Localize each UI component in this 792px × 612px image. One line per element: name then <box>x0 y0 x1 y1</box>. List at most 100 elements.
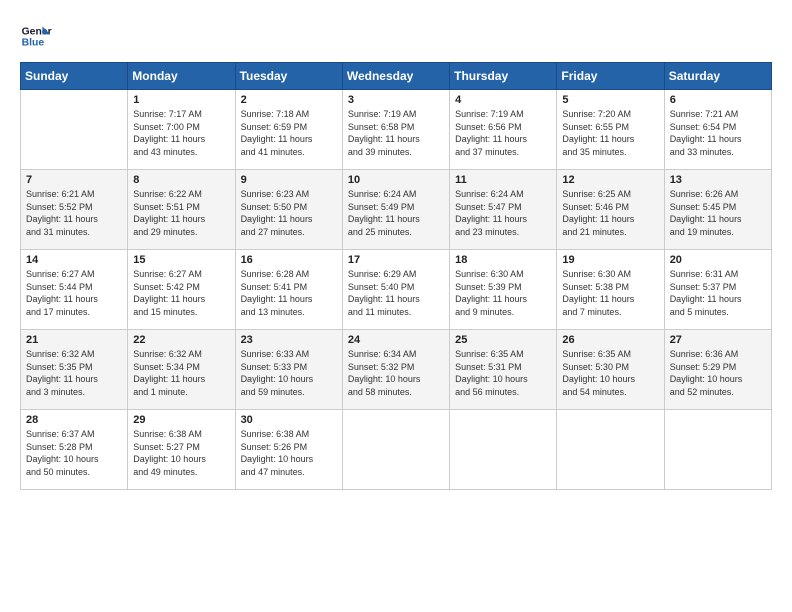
calendar-cell <box>21 90 128 170</box>
day-info: Sunrise: 6:24 AM Sunset: 5:49 PM Dayligh… <box>348 188 444 238</box>
day-info: Sunrise: 6:36 AM Sunset: 5:29 PM Dayligh… <box>670 348 766 398</box>
calendar-week-row: 1 Sunrise: 7:17 AM Sunset: 7:00 PM Daylig… <box>21 90 772 170</box>
day-info: Sunrise: 6:28 AM Sunset: 5:41 PM Dayligh… <box>241 268 337 318</box>
col-header-friday: Friday <box>557 63 664 90</box>
day-info: Sunrise: 6:35 AM Sunset: 5:31 PM Dayligh… <box>455 348 551 398</box>
calendar-cell: 27 Sunrise: 6:36 AM Sunset: 5:29 PM Dayli… <box>664 330 771 410</box>
day-number: 29 <box>133 414 229 426</box>
day-info: Sunrise: 6:37 AM Sunset: 5:28 PM Dayligh… <box>26 428 122 478</box>
calendar-cell <box>664 410 771 490</box>
day-info: Sunrise: 7:18 AM Sunset: 6:59 PM Dayligh… <box>241 108 337 158</box>
day-info: Sunrise: 7:20 AM Sunset: 6:55 PM Dayligh… <box>562 108 658 158</box>
calendar-week-row: 14 Sunrise: 6:27 AM Sunset: 5:44 PM Dayli… <box>21 250 772 330</box>
calendar-cell <box>450 410 557 490</box>
day-number: 10 <box>348 174 444 186</box>
day-number: 3 <box>348 94 444 106</box>
day-number: 23 <box>241 334 337 346</box>
svg-text:Blue: Blue <box>22 38 45 49</box>
day-info: Sunrise: 7:17 AM Sunset: 7:00 PM Dayligh… <box>133 108 229 158</box>
calendar-cell: 12Sunrise: 6:25 AM Sunset: 5:46 PM Dayli… <box>557 170 664 250</box>
day-info: Sunrise: 6:22 AM Sunset: 5:51 PM Dayligh… <box>133 188 229 238</box>
day-number: 9 <box>241 174 337 186</box>
day-info: Sunrise: 7:19 AM Sunset: 6:58 PM Dayligh… <box>348 108 444 158</box>
day-info: Sunrise: 6:38 AM Sunset: 5:26 PM Dayligh… <box>241 428 337 478</box>
day-number: 25 <box>455 334 551 346</box>
calendar-cell: 7 Sunrise: 6:21 AM Sunset: 5:52 PM Daylig… <box>21 170 128 250</box>
calendar-cell <box>557 410 664 490</box>
day-number: 30 <box>241 414 337 426</box>
day-info: Sunrise: 6:27 AM Sunset: 5:44 PM Dayligh… <box>26 268 122 318</box>
day-number: 12 <box>562 174 658 186</box>
day-info: Sunrise: 6:38 AM Sunset: 5:27 PM Dayligh… <box>133 428 229 478</box>
day-number: 22 <box>133 334 229 346</box>
day-number: 14 <box>26 254 122 266</box>
day-number: 19 <box>562 254 658 266</box>
logo-icon: General Blue <box>20 20 52 52</box>
calendar-cell: 11Sunrise: 6:24 AM Sunset: 5:47 PM Dayli… <box>450 170 557 250</box>
calendar-cell: 18 Sunrise: 6:30 AM Sunset: 5:39 PM Dayli… <box>450 250 557 330</box>
calendar-cell: 16 Sunrise: 6:28 AM Sunset: 5:41 PM Dayli… <box>235 250 342 330</box>
day-info: Sunrise: 7:21 AM Sunset: 6:54 PM Dayligh… <box>670 108 766 158</box>
calendar-cell: 15 Sunrise: 6:27 AM Sunset: 5:42 PM Dayli… <box>128 250 235 330</box>
day-info: Sunrise: 6:26 AM Sunset: 5:45 PM Dayligh… <box>670 188 766 238</box>
calendar-cell <box>342 410 449 490</box>
col-header-thursday: Thursday <box>450 63 557 90</box>
col-header-wednesday: Wednesday <box>342 63 449 90</box>
calendar-cell: 22 Sunrise: 6:32 AM Sunset: 5:34 PM Dayli… <box>128 330 235 410</box>
calendar-cell: 24 Sunrise: 6:34 AM Sunset: 5:32 PM Dayli… <box>342 330 449 410</box>
calendar-cell: 23 Sunrise: 6:33 AM Sunset: 5:33 PM Dayli… <box>235 330 342 410</box>
day-number: 20 <box>670 254 766 266</box>
day-info: Sunrise: 6:32 AM Sunset: 5:35 PM Dayligh… <box>26 348 122 398</box>
day-number: 13 <box>670 174 766 186</box>
calendar-cell: 1 Sunrise: 7:17 AM Sunset: 7:00 PM Daylig… <box>128 90 235 170</box>
day-number: 2 <box>241 94 337 106</box>
calendar-week-row: 28Sunrise: 6:37 AM Sunset: 5:28 PM Dayli… <box>21 410 772 490</box>
calendar-cell: 10 Sunrise: 6:24 AM Sunset: 5:49 PM Dayli… <box>342 170 449 250</box>
day-number: 15 <box>133 254 229 266</box>
page-header: General Blue <box>20 20 772 52</box>
day-number: 17 <box>348 254 444 266</box>
day-number: 8 <box>133 174 229 186</box>
day-info: Sunrise: 6:21 AM Sunset: 5:52 PM Dayligh… <box>26 188 122 238</box>
calendar-cell: 4 Sunrise: 7:19 AM Sunset: 6:56 PM Daylig… <box>450 90 557 170</box>
calendar-cell: 29 Sunrise: 6:38 AM Sunset: 5:27 PM Dayli… <box>128 410 235 490</box>
day-info: Sunrise: 6:32 AM Sunset: 5:34 PM Dayligh… <box>133 348 229 398</box>
calendar-cell: 28Sunrise: 6:37 AM Sunset: 5:28 PM Dayli… <box>21 410 128 490</box>
day-info: Sunrise: 6:35 AM Sunset: 5:30 PM Dayligh… <box>562 348 658 398</box>
day-number: 18 <box>455 254 551 266</box>
col-header-tuesday: Tuesday <box>235 63 342 90</box>
calendar-cell: 17 Sunrise: 6:29 AM Sunset: 5:40 PM Dayli… <box>342 250 449 330</box>
col-header-sunday: Sunday <box>21 63 128 90</box>
logo: General Blue <box>20 20 52 52</box>
day-info: Sunrise: 7:19 AM Sunset: 6:56 PM Dayligh… <box>455 108 551 158</box>
day-number: 7 <box>26 174 122 186</box>
calendar-cell: 9 Sunrise: 6:23 AM Sunset: 5:50 PM Daylig… <box>235 170 342 250</box>
day-info: Sunrise: 6:30 AM Sunset: 5:38 PM Dayligh… <box>562 268 658 318</box>
day-info: Sunrise: 6:27 AM Sunset: 5:42 PM Dayligh… <box>133 268 229 318</box>
calendar-cell: 6 Sunrise: 7:21 AM Sunset: 6:54 PM Daylig… <box>664 90 771 170</box>
calendar-cell: 8 Sunrise: 6:22 AM Sunset: 5:51 PM Daylig… <box>128 170 235 250</box>
day-number: 27 <box>670 334 766 346</box>
day-info: Sunrise: 6:23 AM Sunset: 5:50 PM Dayligh… <box>241 188 337 238</box>
calendar-week-row: 7 Sunrise: 6:21 AM Sunset: 5:52 PM Daylig… <box>21 170 772 250</box>
day-info: Sunrise: 6:34 AM Sunset: 5:32 PM Dayligh… <box>348 348 444 398</box>
calendar-header-row: SundayMondayTuesdayWednesdayThursdayFrid… <box>21 63 772 90</box>
day-info: Sunrise: 6:30 AM Sunset: 5:39 PM Dayligh… <box>455 268 551 318</box>
day-info: Sunrise: 6:24 AM Sunset: 5:47 PM Dayligh… <box>455 188 551 238</box>
calendar-cell: 5 Sunrise: 7:20 AM Sunset: 6:55 PM Daylig… <box>557 90 664 170</box>
day-number: 24 <box>348 334 444 346</box>
day-number: 21 <box>26 334 122 346</box>
day-info: Sunrise: 6:33 AM Sunset: 5:33 PM Dayligh… <box>241 348 337 398</box>
day-info: Sunrise: 6:29 AM Sunset: 5:40 PM Dayligh… <box>348 268 444 318</box>
day-number: 6 <box>670 94 766 106</box>
calendar-cell: 26Sunrise: 6:35 AM Sunset: 5:30 PM Dayli… <box>557 330 664 410</box>
calendar-cell: 13 Sunrise: 6:26 AM Sunset: 5:45 PM Dayli… <box>664 170 771 250</box>
calendar-cell: 21 Sunrise: 6:32 AM Sunset: 5:35 PM Dayli… <box>21 330 128 410</box>
day-number: 16 <box>241 254 337 266</box>
calendar-cell: 25 Sunrise: 6:35 AM Sunset: 5:31 PM Dayli… <box>450 330 557 410</box>
day-number: 4 <box>455 94 551 106</box>
calendar-cell: 30 Sunrise: 6:38 AM Sunset: 5:26 PM Dayli… <box>235 410 342 490</box>
calendar-cell: 3 Sunrise: 7:19 AM Sunset: 6:58 PM Daylig… <box>342 90 449 170</box>
day-number: 5 <box>562 94 658 106</box>
day-number: 1 <box>133 94 229 106</box>
